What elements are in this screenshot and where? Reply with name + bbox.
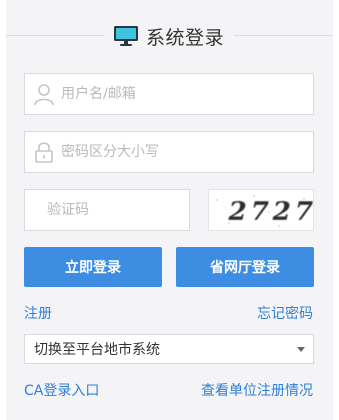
username-input[interactable] (61, 74, 313, 114)
login-panel: 系统登录 2727 立即登录 省网厅登录 注册 (6, 0, 333, 420)
header-divider-right (234, 35, 333, 36)
captcha-text: 2727 (225, 196, 314, 227)
province-login-button[interactable]: 省网厅登录 (176, 247, 314, 287)
platform-select-value: 切换至平台地市系统 (34, 342, 160, 358)
ca-login-link[interactable]: CA登录入口 (24, 380, 99, 400)
forgot-password-link[interactable]: 忘记密码 (257, 303, 313, 323)
captcha-field[interactable] (24, 189, 190, 231)
header-title-group: 系统登录 (113, 22, 224, 50)
lock-icon (35, 142, 53, 163)
captcha-graphic: 2727 (209, 190, 314, 230)
password-field[interactable] (24, 131, 314, 173)
register-link[interactable]: 注册 (24, 303, 52, 323)
username-field[interactable] (24, 73, 314, 115)
header-divider-left (6, 35, 104, 36)
page-title: 系统登录 (146, 26, 225, 49)
password-input[interactable] (61, 132, 313, 172)
captcha-image[interactable]: 2727 (208, 189, 314, 231)
chevron-down-icon (297, 346, 305, 352)
captcha-input[interactable] (25, 190, 189, 230)
login-button[interactable]: 立即登录 (24, 247, 162, 287)
platform-select[interactable]: 切换至平台地市系统 (24, 334, 314, 364)
check-unit-registration-link[interactable]: 查看单位注册情况 (201, 380, 313, 400)
login-header: 系统登录 (6, 18, 333, 54)
user-icon (34, 84, 54, 106)
monitor-icon (114, 26, 138, 46)
